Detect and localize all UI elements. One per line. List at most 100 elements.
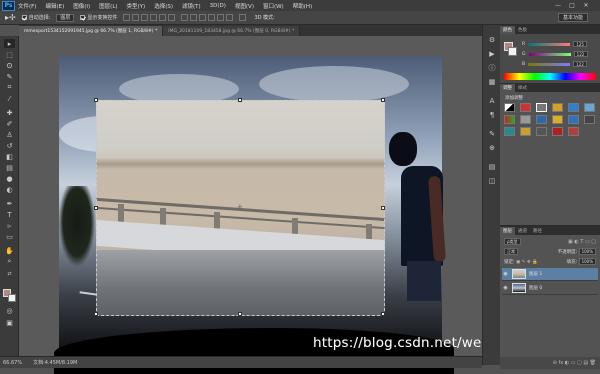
blue-value-input[interactable]: 122 bbox=[573, 61, 588, 67]
tab-document-2[interactable]: IMG_20181109_183458.jpg @ 66.7% (图层 0, R… bbox=[163, 26, 301, 36]
clone-source-panel-icon[interactable]: ⊕ bbox=[488, 144, 496, 152]
red-value-input[interactable]: 125 bbox=[573, 41, 588, 47]
background-color-swatch[interactable] bbox=[8, 294, 16, 302]
path-select-tool-icon[interactable]: ▹ bbox=[4, 221, 15, 230]
layer-kind-dropdown[interactable]: ρ类型 bbox=[504, 238, 521, 245]
filter-icons[interactable]: ▣ ◐ T ▭ ▢ bbox=[568, 239, 596, 245]
minimize-icon[interactable]: — bbox=[552, 1, 564, 10]
canvas-area[interactable]: ✛ bbox=[19, 36, 482, 374]
menu-3d[interactable]: 3D(D) bbox=[210, 3, 226, 9]
crop-tool-icon[interactable]: ⌗ bbox=[4, 83, 15, 92]
color-balance-icon[interactable] bbox=[504, 115, 515, 124]
opacity-input[interactable]: 100% bbox=[578, 248, 596, 255]
history-brush-tool-icon[interactable]: ↺ bbox=[4, 141, 15, 150]
align-top-icon[interactable] bbox=[123, 14, 131, 21]
tab-color[interactable]: 颜色 bbox=[500, 26, 515, 34]
auto-align-icon[interactable] bbox=[239, 14, 247, 21]
marquee-tool-icon[interactable]: ⬚ bbox=[4, 50, 15, 59]
dodge-tool-icon[interactable]: ◐ bbox=[4, 185, 15, 194]
show-transform-checkbox[interactable]: 显示变换控件 bbox=[80, 14, 117, 21]
blend-mode-dropdown[interactable]: 正常 bbox=[504, 248, 518, 255]
info-panel-icon[interactable]: ⓘ bbox=[488, 64, 496, 72]
eraser-tool-icon[interactable]: ◧ bbox=[4, 152, 15, 161]
quick-select-tool-icon[interactable]: ✎ bbox=[4, 72, 15, 81]
invert-icon[interactable] bbox=[504, 127, 515, 136]
red-slider[interactable] bbox=[528, 42, 571, 46]
distribute-right-icon[interactable] bbox=[226, 14, 234, 21]
green-slider[interactable] bbox=[528, 52, 571, 56]
distribute-bottom-icon[interactable] bbox=[199, 14, 207, 21]
history-panel-icon[interactable]: ⚙ bbox=[488, 36, 496, 44]
green-value-input[interactable]: 122 bbox=[573, 51, 588, 57]
close-icon[interactable]: ✕ bbox=[580, 1, 592, 10]
zoom-tool-icon[interactable]: ⌕ bbox=[4, 257, 15, 266]
pen-tool-icon[interactable]: ✒ bbox=[4, 199, 15, 208]
align-left-icon[interactable] bbox=[150, 14, 158, 21]
blur-tool-icon[interactable]: ● bbox=[4, 174, 15, 183]
lock-icons[interactable]: ▣ ✎ ✥ 🔒 bbox=[516, 260, 538, 265]
menu-layer[interactable]: 图层(L) bbox=[99, 2, 117, 10]
eye-icon[interactable]: ◉ bbox=[502, 285, 509, 291]
swap-colors-icon[interactable]: ⇄ bbox=[4, 269, 15, 278]
menu-image[interactable]: 图像(I) bbox=[73, 2, 90, 10]
quick-mask-icon[interactable]: ◎ bbox=[4, 306, 15, 315]
color-lookup-icon[interactable] bbox=[568, 115, 579, 124]
distribute-left-icon[interactable] bbox=[208, 14, 216, 21]
auto-select-checkbox[interactable]: 自动选择: bbox=[21, 14, 50, 21]
distribute-center-icon[interactable] bbox=[217, 14, 225, 21]
color-swatches[interactable] bbox=[3, 289, 16, 302]
distribute-top-icon[interactable] bbox=[181, 14, 189, 21]
blue-slider[interactable] bbox=[528, 62, 571, 66]
posterize-icon[interactable] bbox=[520, 127, 531, 136]
channel-mixer-icon[interactable] bbox=[552, 115, 563, 124]
photo-filter-icon[interactable] bbox=[536, 115, 547, 124]
align-middle-icon[interactable] bbox=[132, 14, 140, 21]
threshold-icon[interactable] bbox=[536, 127, 547, 136]
tab-adjustments[interactable]: 调整 bbox=[500, 84, 515, 92]
color-spectrum[interactable] bbox=[504, 73, 596, 80]
paragraph-panel-icon[interactable]: ¶ bbox=[488, 111, 496, 119]
distribute-middle-icon[interactable] bbox=[190, 14, 198, 21]
tab-styles[interactable]: 样式 bbox=[515, 84, 530, 92]
hue-saturation-icon[interactable] bbox=[584, 103, 595, 112]
tab-paths[interactable]: 路径 bbox=[530, 227, 545, 235]
move-tool-icon[interactable]: ▸✢ bbox=[5, 13, 16, 22]
swatches-panel-icon[interactable]: ▤ bbox=[488, 163, 496, 171]
rectangle-tool-icon[interactable]: ▭ bbox=[4, 232, 15, 241]
menu-edit[interactable]: 编辑(E) bbox=[45, 2, 64, 10]
background-color-swatch[interactable] bbox=[508, 47, 517, 56]
menu-help[interactable]: 帮助(H) bbox=[293, 2, 312, 10]
brush-tool-icon[interactable]: ✐ bbox=[4, 119, 15, 128]
align-bottom-icon[interactable] bbox=[141, 14, 149, 21]
auto-select-dropdown[interactable]: 图层 bbox=[56, 13, 75, 22]
menu-file[interactable]: 文件(F) bbox=[18, 2, 36, 10]
align-center-icon[interactable] bbox=[159, 14, 167, 21]
exposure-icon[interactable] bbox=[552, 103, 563, 112]
zoom-level[interactable]: 66.67% bbox=[3, 360, 22, 366]
clone-stamp-tool-icon[interactable]: ♙ bbox=[4, 130, 15, 139]
maximize-icon[interactable]: □ bbox=[566, 1, 578, 10]
layer-row-1[interactable]: ◉ 图层 1 bbox=[502, 268, 598, 281]
layer-row-0[interactable]: ◉ 图层 0 bbox=[502, 282, 598, 295]
move-tool-icon[interactable]: ▸ bbox=[4, 39, 15, 48]
document-size[interactable]: 文档:4.45M/8.19M bbox=[33, 359, 77, 366]
align-right-icon[interactable] bbox=[168, 14, 176, 21]
workspace-dropdown[interactable]: 基本功能 bbox=[557, 13, 588, 22]
curves-icon[interactable] bbox=[536, 103, 547, 112]
menu-select[interactable]: 选择(S) bbox=[154, 2, 173, 10]
eyedropper-tool-icon[interactable]: ⁄ bbox=[4, 94, 15, 103]
menu-window[interactable]: 窗口(W) bbox=[263, 2, 284, 10]
navigator-panel-icon[interactable]: ◫ bbox=[488, 177, 496, 185]
black-white-icon[interactable] bbox=[520, 115, 531, 124]
actions-panel-icon[interactable]: ▶ bbox=[488, 50, 496, 58]
menu-filter[interactable]: 滤镜(T) bbox=[182, 2, 201, 10]
brush-panel-icon[interactable]: ✎ bbox=[488, 130, 496, 138]
menu-type[interactable]: 类型(Y) bbox=[127, 2, 146, 10]
menu-view[interactable]: 视图(V) bbox=[235, 2, 254, 10]
pasted-layer-image[interactable] bbox=[96, 100, 385, 316]
tab-swatches[interactable]: 色板 bbox=[515, 26, 530, 34]
type-tool-icon[interactable]: T bbox=[4, 210, 15, 219]
lasso-tool-icon[interactable]: ʘ bbox=[4, 61, 15, 70]
properties-panel-icon[interactable]: ▦ bbox=[488, 78, 496, 86]
layer-actions-icons[interactable]: ⊖ fx ◐ ▭ ▢ ▤ 🗑 bbox=[553, 360, 596, 366]
